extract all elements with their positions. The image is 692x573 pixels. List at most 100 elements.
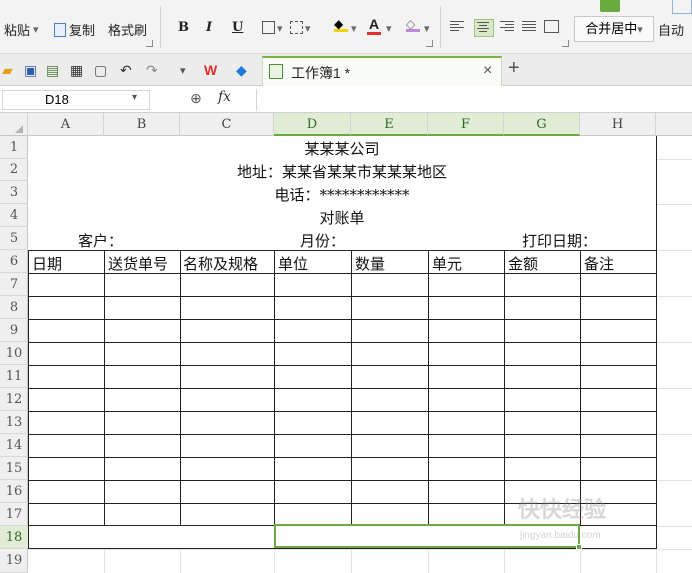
column-header-c[interactable]: C bbox=[180, 113, 274, 136]
tab-workbook1[interactable]: 工作簿1 * × bbox=[262, 56, 502, 86]
name-box[interactable]: D18 bbox=[2, 90, 150, 110]
copy-button[interactable]: 复制 bbox=[54, 20, 95, 39]
chevron-down-icon[interactable]: ▾ bbox=[305, 22, 311, 35]
header-quantity[interactable]: 数量 bbox=[355, 253, 385, 274]
statement-title[interactable]: 对账单 bbox=[28, 207, 656, 228]
distribute-icon[interactable] bbox=[544, 20, 559, 33]
cloud-icon[interactable]: ◆ bbox=[236, 62, 247, 79]
row-header[interactable]: 10 bbox=[0, 342, 28, 365]
print-icon[interactable]: ▦ bbox=[70, 62, 83, 79]
row-header[interactable]: 16 bbox=[0, 480, 28, 503]
header-unit-price[interactable]: 单元 bbox=[432, 253, 462, 274]
close-tab-icon[interactable]: × bbox=[483, 62, 492, 80]
header-amount[interactable]: 金额 bbox=[508, 253, 538, 274]
company-name[interactable]: 某某某公司 bbox=[28, 138, 656, 159]
select-all-corner[interactable] bbox=[0, 113, 28, 136]
row-header[interactable]: 6 bbox=[0, 250, 28, 273]
ribbon: 粘贴 ▾ 复制 格式刷 B I U ▾ ▾ ◆ ▾ A ▾ ◇ ▾ 合并居中▾ 自… bbox=[0, 0, 692, 54]
border-icon[interactable] bbox=[262, 21, 275, 34]
border-line bbox=[28, 434, 657, 435]
align-center-icon[interactable] bbox=[474, 19, 494, 37]
header-delivery-no[interactable]: 送货单号 bbox=[108, 253, 168, 274]
export-pdf-icon[interactable]: ▤ bbox=[46, 62, 59, 79]
row-header[interactable]: 11 bbox=[0, 365, 28, 388]
wps-logo-icon[interactable]: W bbox=[204, 62, 217, 78]
header-date[interactable]: 日期 bbox=[32, 253, 62, 274]
open-folder-icon[interactable]: ▰ bbox=[2, 62, 13, 79]
row-header[interactable]: 3 bbox=[0, 181, 28, 204]
border-line bbox=[28, 296, 657, 297]
company-phone[interactable]: 电话：************ bbox=[28, 184, 656, 205]
chevron-down-icon[interactable]: ▾ bbox=[277, 22, 283, 35]
header-name-spec[interactable]: 名称及规格 bbox=[183, 253, 258, 274]
font-launcher-icon[interactable] bbox=[426, 40, 433, 47]
merge-center-button[interactable]: 合并居中▾ bbox=[574, 16, 654, 42]
formula-input[interactable] bbox=[256, 89, 692, 111]
row-header[interactable]: 1 bbox=[0, 136, 28, 159]
row-header[interactable]: 2 bbox=[0, 159, 28, 181]
chevron-down-icon[interactable]: ▾ bbox=[351, 22, 357, 35]
fill-handle[interactable] bbox=[576, 544, 582, 550]
company-address[interactable]: 地址：某某省某某市某某某地区 bbox=[28, 161, 656, 182]
row-header[interactable]: 15 bbox=[0, 457, 28, 480]
column-header-e[interactable]: E bbox=[351, 113, 428, 136]
gridline bbox=[656, 296, 692, 297]
header-remarks[interactable]: 备注 bbox=[584, 253, 614, 274]
gridline bbox=[656, 250, 692, 251]
italic-button[interactable]: I bbox=[206, 20, 212, 35]
chevron-down-icon[interactable]: ▾ bbox=[132, 92, 137, 103]
gridline bbox=[351, 549, 352, 573]
auto-wrap-button[interactable]: 自动 bbox=[658, 20, 684, 39]
chevron-down-icon[interactable]: ▾ bbox=[386, 22, 392, 35]
font-color-button[interactable]: A bbox=[367, 16, 381, 35]
row-header[interactable]: 17 bbox=[0, 503, 28, 526]
function-icon[interactable]: fx bbox=[218, 89, 231, 105]
column-header-a[interactable]: A bbox=[28, 113, 104, 136]
align-right-icon[interactable] bbox=[500, 21, 514, 33]
row-header[interactable]: 13 bbox=[0, 411, 28, 434]
row-header[interactable]: 7 bbox=[0, 273, 28, 296]
column-header-b[interactable]: B bbox=[104, 113, 180, 136]
merge-cell-icon bbox=[600, 0, 620, 12]
header-unit[interactable]: 单位 bbox=[278, 253, 308, 274]
align-left-icon[interactable] bbox=[450, 21, 464, 33]
clipboard-launcher-icon[interactable] bbox=[146, 40, 153, 47]
chevron-down-icon[interactable]: ▾ bbox=[424, 22, 430, 35]
paste-button[interactable]: 粘贴 ▾ bbox=[4, 20, 39, 39]
border-line bbox=[28, 457, 657, 458]
row-header[interactable]: 19 bbox=[0, 549, 28, 573]
row-header[interactable]: 4 bbox=[0, 204, 28, 227]
gridline bbox=[274, 549, 275, 573]
column-header-g[interactable]: G bbox=[504, 113, 580, 136]
bold-button[interactable]: B bbox=[178, 20, 189, 35]
format-painter-button[interactable]: 格式刷 bbox=[108, 20, 147, 39]
underline-button[interactable]: U bbox=[232, 20, 243, 35]
save-icon[interactable]: ▣ bbox=[24, 62, 37, 79]
column-header-h[interactable]: H bbox=[580, 113, 656, 136]
cell-style-icon[interactable] bbox=[290, 21, 303, 34]
month-label[interactable]: 月份： bbox=[300, 230, 345, 251]
column-header-d[interactable]: D bbox=[274, 113, 351, 136]
row-header[interactable]: 8 bbox=[0, 296, 28, 319]
redo-icon[interactable]: ↷ bbox=[146, 62, 158, 79]
row-header[interactable]: 18 bbox=[0, 526, 28, 549]
fill-color-icon[interactable]: ◆ bbox=[334, 18, 348, 32]
justify-icon[interactable] bbox=[522, 21, 536, 33]
border-line bbox=[28, 548, 657, 549]
customer-label[interactable]: 客户： bbox=[78, 230, 123, 251]
customize-dropdown-icon[interactable]: ▾ bbox=[180, 64, 186, 77]
print-date-label[interactable]: 打印日期： bbox=[522, 230, 597, 251]
column-header-f[interactable]: F bbox=[428, 113, 504, 136]
row-header[interactable]: 5 bbox=[0, 227, 28, 250]
row-header[interactable]: 14 bbox=[0, 434, 28, 457]
zoom-icon[interactable]: ⊕ bbox=[190, 90, 202, 107]
clear-format-icon[interactable]: ◇ bbox=[406, 18, 420, 32]
separator bbox=[160, 6, 161, 48]
align-launcher-icon[interactable] bbox=[562, 40, 569, 47]
row-header[interactable]: 9 bbox=[0, 319, 28, 342]
new-tab-button[interactable]: + bbox=[508, 57, 520, 80]
print-preview-icon[interactable]: ▢ bbox=[94, 62, 107, 79]
undo-icon[interactable]: ↶ bbox=[120, 62, 132, 79]
row-header[interactable]: 12 bbox=[0, 388, 28, 411]
border-line bbox=[28, 319, 657, 320]
